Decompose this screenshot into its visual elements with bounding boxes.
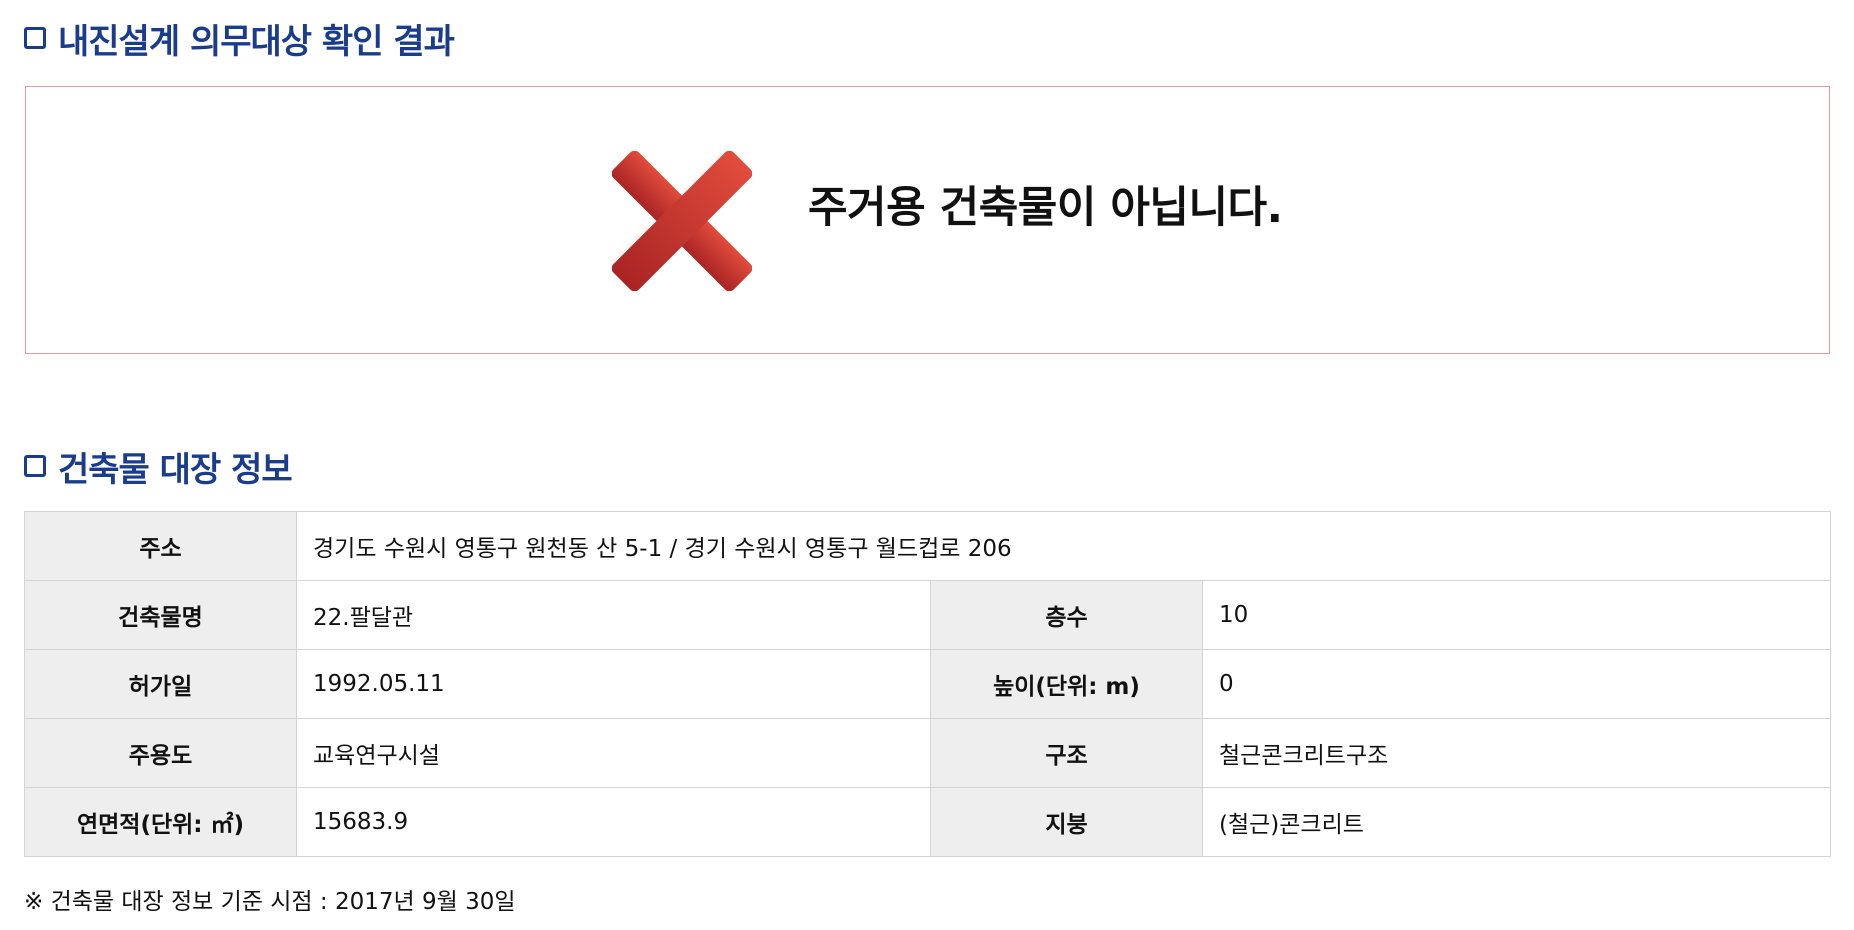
height-value: 0 [1202,649,1831,719]
table-row: 허가일 1992.05.11 높이(단위: m) 0 [24,649,1831,719]
result-box: 주거용 건축물이 아닙니다. [25,86,1830,354]
page: 내진설계 의무대상 확인 결과 주거용 건축물이 아닙니다. 건축물 대장 정보 [0,0,1854,930]
red-x-icon [612,151,752,291]
structure-label: 구조 [930,718,1203,788]
checkbox-square-icon [24,27,46,49]
result-message: 주거용 건축물이 아닙니다. [808,183,1283,233]
building-name-label: 건축물명 [24,580,297,650]
roof-label: 지붕 [930,787,1203,857]
result-section-title-text: 내진설계 의무대상 확인 결과 [58,21,455,62]
height-label: 높이(단위: m) [930,649,1203,719]
main-use-value: 교육연구시설 [296,718,931,788]
table-row: 주용도 교육연구시설 구조 철근콘크리트구조 [24,718,1831,788]
table-row: 주소 경기도 수원시 영통구 원천동 산 5-1 / 경기 수원시 영통구 월드… [24,511,1831,581]
result-section-title: 내진설계 의무대상 확인 결과 [24,14,455,62]
building-registry-table: 주소 경기도 수원시 영통구 원천동 산 5-1 / 경기 수원시 영통구 월드… [24,511,1831,857]
floors-value: 10 [1202,580,1831,650]
table-row: 건축물명 22.팔달관 층수 10 [24,580,1831,650]
registry-section-title-text: 건축물 대장 정보 [58,449,293,490]
table-row: 연면적(단위: ㎡) 15683.9 지붕 (철근)콘크리트 [24,787,1831,857]
registry-footnote: ※ 건축물 대장 정보 기준 시점 : 2017년 9월 30일 [24,889,516,915]
address-label: 주소 [24,511,297,581]
permit-date-value: 1992.05.11 [296,649,931,719]
building-name-value: 22.팔달관 [296,580,931,650]
roof-value: (철근)콘크리트 [1202,787,1831,857]
permit-date-label: 허가일 [24,649,297,719]
structure-value: 철근콘크리트구조 [1202,718,1831,788]
registry-section-title: 건축물 대장 정보 [24,442,293,490]
checkbox-square-icon [24,455,46,477]
floor-area-value: 15683.9 [296,787,931,857]
address-value: 경기도 수원시 영통구 원천동 산 5-1 / 경기 수원시 영통구 월드컵로 … [296,511,1831,581]
main-use-label: 주용도 [24,718,297,788]
floors-label: 층수 [930,580,1203,650]
floor-area-label: 연면적(단위: ㎡) [24,787,297,857]
